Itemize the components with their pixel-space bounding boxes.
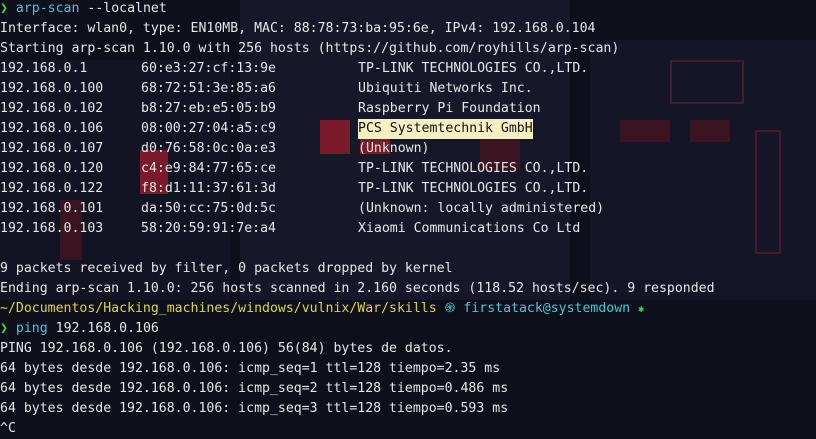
command-args: 192.168.0.106 [55,321,159,336]
command-name: ping [15,321,48,336]
host-row: 192.168.0.100 68:72:51:3e:85:a6 Ubiquiti N… [0,79,816,99]
command-args: --localnet [87,1,167,16]
interrupt-line: ^C [0,421,16,436]
host-row: 192.168.0.107 d0:76:58:0c:0a:e3 (Unknown) [0,139,816,159]
star-icon: ✱ [638,304,645,315]
host-ip: 192.168.0.122 [0,181,104,196]
packets-received-line: 9 packets received by filter, 0 packets … [0,261,453,276]
host-row: 192.168.0.120 c4:e9:84:77:65:ce TP-LINK TE… [0,159,816,179]
host-ip: 192.168.0.120 [0,161,104,176]
interface-info-line: Interface: wlan0, type: EN10MB, MAC: 88:… [0,21,596,36]
host-mac: f8:d1:11:37:61:3d [141,181,276,196]
ping-reply-line: 64 bytes desde 192.168.0.106: icmp_seq=3… [0,401,509,416]
prompt-status-line: ~/Documentos/Hacking_machines/windows/vu… [0,299,816,319]
host-vendor: TP-LINK TECHNOLOGIES CO.,LTD. [358,161,589,176]
host-row: 192.168.0.122 f8:d1:11:37:61:3d TP-LINK TE… [0,179,816,199]
host-vendor: (Unknown) [358,141,430,156]
spiral-icon: ֍ [444,301,456,316]
host-row: 192.168.0.1 60:e3:27:cf:13:9e TP-LINK TECH… [0,59,816,79]
terminal[interactable]: ❯ arp-scan --localnet Interface: wlan0, … [0,0,816,439]
host-ip: 192.168.0.103 [0,221,104,236]
host-vendor: (Unknown: locally administered) [358,201,605,216]
host-mac: b8:27:eb:e5:05:b9 [141,101,276,116]
host-row: 192.168.0.103 58:20:59:91:7e:a4 Xiaomi Com… [0,219,816,239]
host-vendor: Raspberry Pi Foundation [358,101,541,116]
user-host: firstatack@systemdown [463,301,631,316]
host-ip: 192.168.0.106 [0,121,104,136]
host-row: 192.168.0.101 da:50:cc:75:0d:5c (Unknown: … [0,199,816,219]
host-mac: 08:00:27:04:a5:c9 [141,121,276,136]
host-ip: 192.168.0.107 [0,141,104,156]
host-mac: 58:20:59:91:7e:a4 [141,221,276,236]
ping-header-line: PING 192.168.0.106 (192.168.0.106) 56(84… [0,341,453,356]
command-name: arp-scan [15,1,80,16]
prompt-symbol: ❯ [0,1,8,16]
host-ip: 192.168.0.1 [0,61,88,76]
host-vendor: TP-LINK TECHNOLOGIES CO.,LTD. [358,181,589,196]
prompt-symbol: ❯ [0,321,8,336]
host-mac: d0:76:58:0c:0a:e3 [141,141,276,156]
host-vendor: Ubiquiti Networks Inc. [358,81,533,96]
command-line-ping: ❯ ping 192.168.0.106 [0,319,816,339]
host-ip: 192.168.0.100 [0,81,104,96]
host-mac: 60:e3:27:cf:13:9e [141,61,276,76]
host-row: 192.168.0.102 b8:27:eb:e5:05:b9 Raspberry … [0,99,816,119]
host-vendor: TP-LINK TECHNOLOGIES CO.,LTD. [358,61,589,76]
host-mac: c4:e9:84:77:65:ce [141,161,276,176]
current-path: ~/Documentos/Hacking_machines/windows/vu… [0,301,437,316]
arp-scan-start-line: Starting arp-scan 1.10.0 with 256 hosts … [0,41,620,56]
command-line-arp-scan: ❯ arp-scan --localnet [0,0,816,19]
host-mac: 68:72:51:3e:85:a6 [141,81,276,96]
host-mac: da:50:cc:75:0d:5c [141,201,276,216]
host-vendor: Xiaomi Communications Co Ltd [358,221,581,236]
ping-reply-line: 64 bytes desde 192.168.0.106: icmp_seq=1… [0,361,501,376]
host-row-selected: 192.168.0.106 08:00:27:04:a5:c9 PCS System… [0,119,816,139]
host-vendor-selection[interactable]: PCS Systemtechnik GmbH [358,119,533,139]
arp-scan-ending-line: Ending arp-scan 1.10.0: 256 hosts scanne… [0,281,715,296]
ping-reply-line: 64 bytes desde 192.168.0.106: icmp_seq=2… [0,381,509,396]
host-ip: 192.168.0.102 [0,101,104,116]
host-ip: 192.168.0.101 [0,201,104,216]
